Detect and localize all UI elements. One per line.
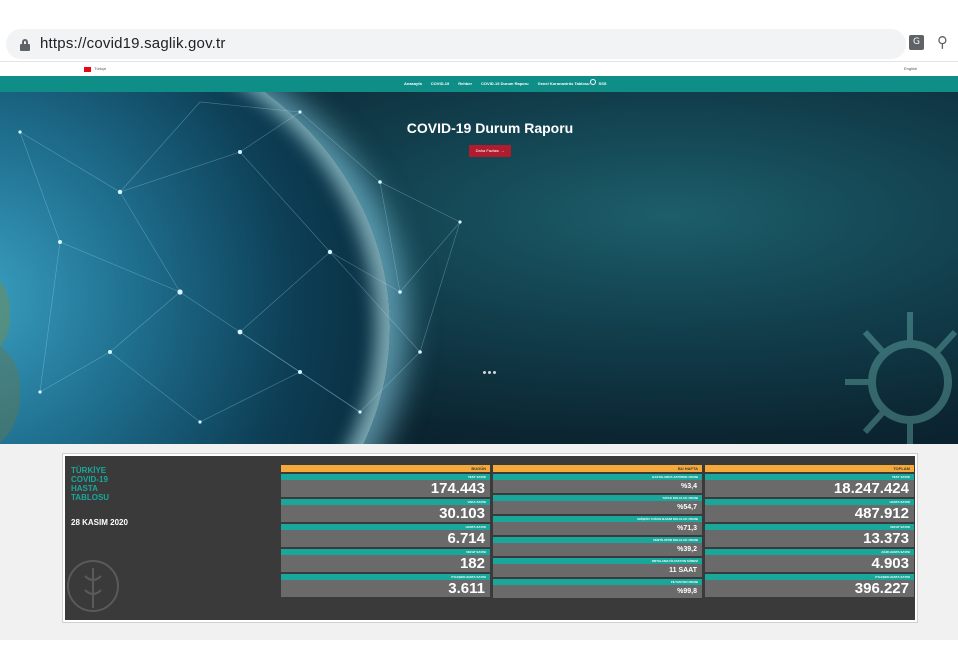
more-button-label: Daha Fazlası	[475, 148, 500, 153]
title-line: HASTA	[71, 484, 98, 493]
metric-value: 174.443	[281, 480, 490, 497]
metric-value: %39,2	[493, 543, 702, 556]
metric-total-deaths: VEFAT SAYISI 13.373	[705, 524, 914, 547]
hero-banner: COVID-19 Durum Raporu Daha Fazlası →	[0, 92, 958, 444]
metric-value: %71,3	[493, 522, 702, 535]
nav-item-status-report[interactable]: COVID-19 Durum Raporu	[481, 81, 529, 86]
covid-stats-table: TÜRKİYE COVID-19 HASTA TABLOSU 28 KASIM …	[62, 453, 918, 623]
metric-patient-count: HASTA SAYISI 6.714	[281, 524, 490, 547]
metric-value: 4.903	[705, 555, 914, 572]
metric-value: 3.611	[281, 580, 490, 597]
language-english[interactable]: English	[904, 66, 917, 71]
metric-recovered-count: İYİLEŞEN HASTA SAYISI 3.611	[281, 574, 490, 597]
column-header: BUGÜN	[281, 465, 490, 472]
column-header: TOPLAM	[705, 465, 914, 472]
title-line: COVID-19	[71, 475, 108, 484]
metric-icu-occupancy: ERİŞKİN YOĞUN BAKIM DOLULUK ORANI %71,3	[493, 516, 702, 535]
zoom-icon[interactable]: ⚲	[937, 33, 953, 51]
browser-address-bar: https://covid19.saglik.gov.tr G ⚲	[0, 26, 958, 62]
metric-value: 396.227	[705, 580, 914, 597]
metric-total-patients: HASTA SAYISI 487.912	[705, 499, 914, 522]
nav-item-faq[interactable]: SSS	[599, 81, 607, 86]
metric-value: 6.714	[281, 530, 490, 547]
metric-pneumonia-rate: HASTALARDA ZATÜRRE ORANI %3,4	[493, 474, 702, 493]
title-line: TÜRKİYE	[71, 466, 107, 475]
metric-value: %99,8	[493, 585, 702, 598]
metric-critical-patients: AĞIR HASTA SAYISI 4.903	[705, 549, 914, 572]
hero-title: COVID-19 Durum Raporu	[406, 120, 574, 136]
column-header: BU HAFTA	[493, 465, 702, 472]
metric-filiation-rate: FİLYASYON ORANI %99,8	[493, 579, 702, 598]
metric-value: 30.103	[281, 505, 490, 522]
nav-item-guide[interactable]: Rehber	[458, 81, 472, 86]
metric-case-count: VAKA SAYISI 30.103	[281, 499, 490, 522]
metric-value: 13.373	[705, 530, 914, 547]
metric-value: 11 SAAT	[493, 564, 702, 577]
url-text[interactable]: https://covid19.saglik.gov.tr	[40, 35, 226, 52]
carousel-dots[interactable]	[483, 371, 496, 374]
column-today: BUGÜN TEST SAYISI 174.443 VAKA SAYISI 30…	[281, 465, 490, 597]
search-icon[interactable]	[590, 79, 596, 85]
carousel-dot[interactable]	[493, 371, 496, 374]
title-line: TABLOSU	[71, 493, 110, 502]
virus-illustration	[840, 292, 958, 444]
metric-value: 18.247.424	[705, 480, 914, 497]
turkish-flag-icon	[84, 67, 91, 72]
column-total: TOPLAM TEST SAYISI 18.247.424 HASTA SAYI…	[705, 465, 914, 597]
nav-item-covid19[interactable]: COVID-19	[431, 81, 449, 86]
main-nav: Anasayfa COVID-19 Rehber COVID-19 Durum …	[0, 76, 958, 92]
report-date: 28 KASIM 2020	[71, 518, 128, 527]
metric-filiation-time: ORTALAMA FİLYASYON SÜRESİ 11 SAAT	[493, 558, 702, 577]
metric-value: %3,4	[493, 480, 702, 493]
metric-total-recovered: İYİLEŞEN HASTA SAYISI 396.227	[705, 574, 914, 597]
column-this-week: BU HAFTA HASTALARDA ZATÜRRE ORANI %3,4 Y…	[493, 465, 702, 598]
nav-item-home[interactable]: Anasayfa	[404, 81, 422, 86]
metric-value: %54,7	[493, 501, 702, 514]
table-title: TÜRKİYE COVID-19 HASTA TABLOSU	[71, 466, 109, 502]
metric-death-count: VEFAT SAYISI 182	[281, 549, 490, 572]
more-button[interactable]: Daha Fazlası →	[469, 145, 511, 157]
metric-total-tests: TEST SAYISI 18.247.424	[705, 474, 914, 497]
metric-test-count: TEST SAYISI 174.443	[281, 474, 490, 497]
language-strip: Türkçe English	[0, 65, 958, 75]
ministry-emblem-icon	[67, 560, 119, 612]
lock-icon[interactable]	[20, 39, 30, 51]
carousel-dot[interactable]	[483, 371, 486, 374]
metric-bed-occupancy: YATAK DOLULUK ORANI %54,7	[493, 495, 702, 514]
carousel-dot[interactable]	[488, 371, 491, 374]
language-turkish[interactable]: Türkçe	[94, 66, 106, 71]
nav-item-general-table[interactable]: Genel Koronavirüs Tablosu	[538, 81, 590, 86]
translate-icon[interactable]: G	[909, 35, 924, 50]
omnibox[interactable]: https://covid19.saglik.gov.tr	[6, 29, 906, 59]
metric-value: 487.912	[705, 505, 914, 522]
metric-value: 182	[281, 555, 490, 572]
metric-ventilator-occupancy: VENTİLATÖR DOLULUK ORANI %39,2	[493, 537, 702, 556]
